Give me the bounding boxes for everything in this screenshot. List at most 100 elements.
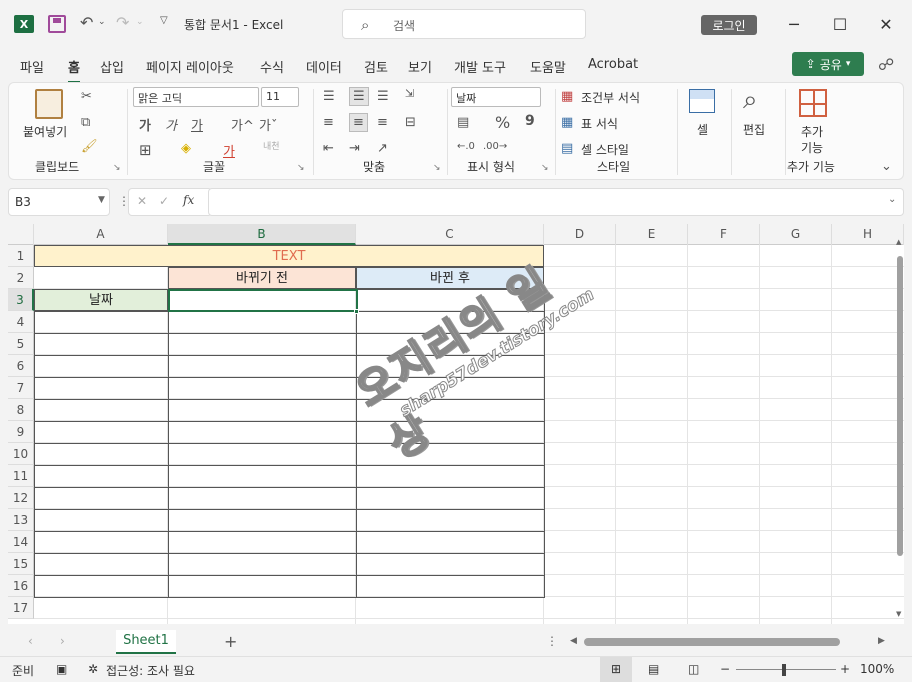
prev-sheet-icon[interactable]: ‹ [28,634,33,648]
sheet-tab-sheet1[interactable]: Sheet1 [116,630,176,654]
tab-data[interactable]: 데이터 [306,57,342,76]
row-header[interactable]: 12 [8,487,34,509]
cell-b2[interactable]: 바뀌기 전 [168,267,356,289]
tab-formulas[interactable]: 수식 [260,57,284,76]
increase-indent-icon[interactable]: ⇥ [349,141,360,156]
close-button[interactable]: ✕ [872,10,900,38]
shrink-font-button[interactable]: 가ˇ [259,115,277,134]
clipboard-launcher-icon[interactable]: ↘ [113,163,121,173]
table-cell[interactable] [356,355,545,378]
horizontal-scrollbar[interactable] [584,638,868,646]
table-cell[interactable] [356,487,545,510]
cancel-icon[interactable]: ✕ [137,194,147,208]
cut-icon[interactable]: ✂ [81,89,92,104]
cell-a1-merged[interactable]: TEXT [34,245,544,267]
vertical-scrollbar[interactable]: ▲ ▼ [896,238,904,618]
row-header[interactable]: 11 [8,465,34,487]
align-bottom-icon[interactable]: ☰ [377,89,389,104]
decrease-indent-icon[interactable]: ⇤ [323,141,334,156]
row-header[interactable]: 16 [8,575,34,597]
wrap-text-icon[interactable]: ⇲ [405,87,414,100]
table-cell[interactable] [356,465,545,488]
next-sheet-icon[interactable]: › [60,634,65,648]
scroll-down-icon[interactable]: ▼ [896,610,901,618]
accessibility-status[interactable]: 접근성: 조사 필요 [106,662,195,679]
table-cell[interactable] [356,553,545,576]
phonetic-guide-button[interactable]: 내천 [263,139,280,152]
table-cell[interactable] [34,289,169,312]
table-cell[interactable] [168,575,357,598]
addins-group[interactable]: 추가 기능 추가 기능 [787,83,847,179]
table-cell[interactable] [168,355,357,378]
worksheet-grid[interactable]: A B C D E F G H 1 2 3 4 5 6 7 8 9 10 11 12 13 14 15 16 1… [8,224,904,624]
page-break-view-icon[interactable]: ◫ [688,662,699,676]
table-cell[interactable] [356,509,545,532]
cell-c2[interactable]: 바뀐 후 [356,267,544,289]
customize-toolbar-icon[interactable]: ▽ [160,15,168,26]
table-cell[interactable] [34,377,169,400]
col-header-a[interactable]: A [34,224,168,245]
scroll-right-icon[interactable]: ▶ [878,636,885,646]
alignment-launcher-icon[interactable]: ↘ [433,163,441,173]
undo-icon[interactable]: ↶ [80,13,93,32]
table-cell[interactable] [34,355,169,378]
insert-function-button[interactable]: fx [183,193,194,207]
align-left-icon[interactable]: ≡ [323,115,334,130]
zoom-slider-thumb[interactable] [782,664,786,676]
table-cell[interactable] [34,509,169,532]
font-size-dropdown[interactable]: 11 [261,87,299,107]
row-header[interactable]: 10 [8,443,34,465]
accounting-format-icon[interactable]: ▤ [457,115,469,130]
fill-color-icon[interactable]: ◈ [181,141,191,156]
expand-formula-icon[interactable]: ⌄ [888,194,896,205]
table-cell[interactable] [168,465,357,488]
table-cell[interactable] [168,311,357,334]
number-launcher-icon[interactable]: ↘ [541,163,549,173]
align-middle-icon[interactable]: ☰ [349,87,369,106]
table-cell[interactable] [356,289,545,312]
zoom-out-button[interactable]: − [720,662,730,676]
underline-button[interactable]: 가 [191,115,203,134]
comma-style-button[interactable]: 9 [525,113,535,129]
formula-input[interactable] [208,188,904,216]
table-cell[interactable] [168,553,357,576]
name-box[interactable]: B3 [8,188,110,216]
table-cell[interactable] [34,311,169,334]
row-header[interactable]: 6 [8,355,34,377]
table-cell[interactable] [356,531,545,554]
row-header[interactable]: 7 [8,377,34,399]
table-cell[interactable] [168,399,357,422]
add-sheet-button[interactable]: + [224,632,237,651]
table-cell[interactable] [168,421,357,444]
table-cell[interactable] [168,377,357,400]
accessibility-icon[interactable]: ✲ [88,662,98,676]
redo-icon[interactable]: ↷ [116,13,129,32]
zoom-level[interactable]: 100% [860,662,894,676]
orientation-icon[interactable]: ↗ [377,141,388,156]
table-cell[interactable] [356,333,545,356]
row-header[interactable]: 14 [8,531,34,553]
row-header[interactable]: 9 [8,421,34,443]
table-cell[interactable] [34,465,169,488]
fill-handle[interactable] [354,309,359,314]
row-header[interactable]: 13 [8,509,34,531]
col-header-f[interactable]: F [688,224,760,245]
collapse-ribbon-icon[interactable]: ⌄ [881,159,892,174]
redo-dropdown-icon[interactable]: ⌄ [136,17,144,27]
minimize-button[interactable]: ─ [780,10,808,38]
comments-icon[interactable]: ☍ [878,55,894,74]
table-cell[interactable] [168,487,357,510]
borders-icon[interactable]: ⊞ [139,141,152,159]
table-cell[interactable] [34,553,169,576]
enter-icon[interactable]: ✓ [159,194,169,208]
row-header[interactable]: 5 [8,333,34,355]
tab-page-layout[interactable]: 페이지 레이아웃 [146,57,234,76]
table-cell[interactable] [34,531,169,554]
row-header[interactable]: 8 [8,399,34,421]
table-cell[interactable] [34,487,169,510]
horizontal-scroll-thumb[interactable] [584,638,840,646]
table-cell[interactable] [34,443,169,466]
font-launcher-icon[interactable]: ↘ [297,163,305,173]
align-right-icon[interactable]: ≡ [377,115,388,130]
tab-developer[interactable]: 개발 도구 [454,57,506,76]
